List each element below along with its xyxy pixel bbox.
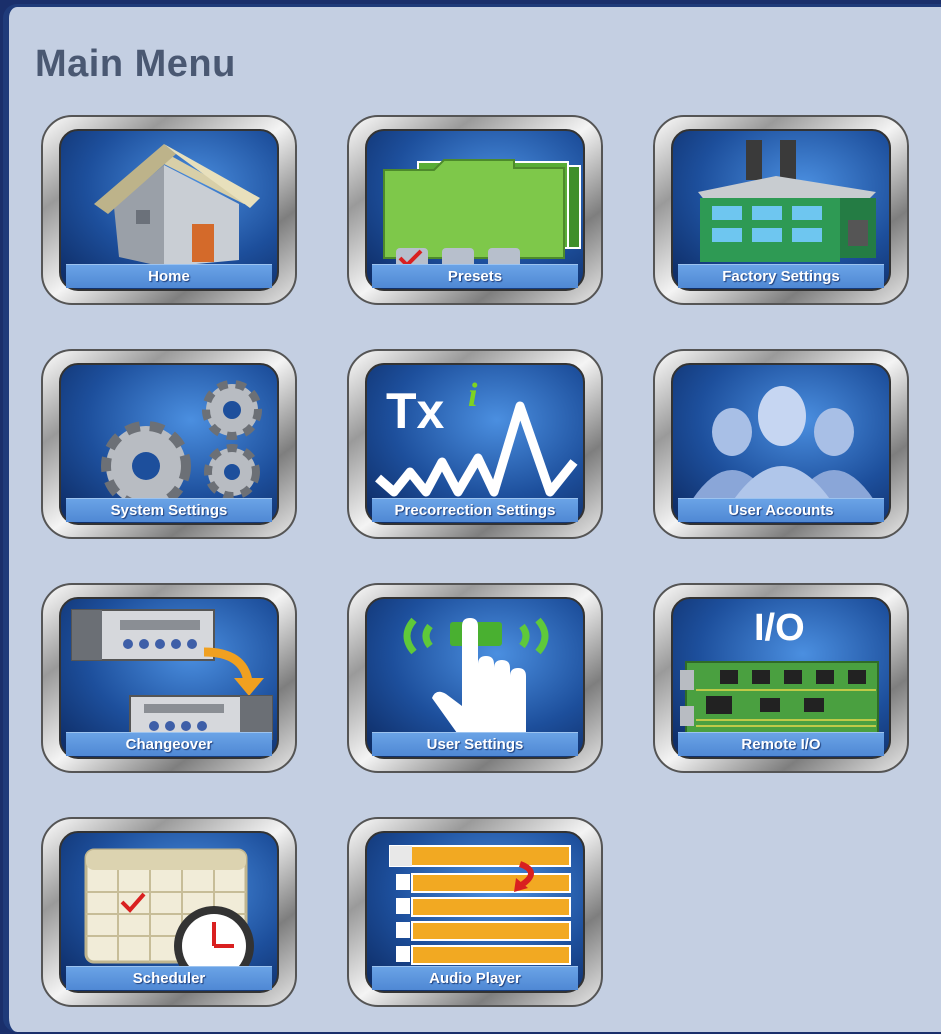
user-settings-button[interactable]: User Settings (344, 580, 606, 776)
home-label: Home (66, 264, 272, 288)
txi-text: Tx (386, 383, 445, 439)
precorrection-settings-label: Precorrection Settings (372, 498, 578, 522)
system-settings-label: System Settings (66, 498, 272, 522)
io-text: I/O (754, 607, 805, 649)
touch-hand-icon (403, 617, 549, 740)
scheduler-button[interactable]: Scheduler (38, 814, 300, 1010)
gears-icon (101, 380, 262, 506)
remote-io-button[interactable]: I/O Remote I/O (650, 580, 912, 776)
changeover-icon (71, 609, 273, 740)
txi-waveform-icon: Tx i (375, 377, 578, 497)
remote-io-label: Remote I/O (678, 732, 884, 756)
users-icon (692, 386, 874, 502)
audio-player-button[interactable]: Audio Player (344, 814, 606, 1010)
changeover-button[interactable]: Changeover (38, 580, 300, 776)
playlist-icon (389, 845, 571, 965)
audio-player-label: Audio Player (372, 966, 578, 990)
user-settings-label: User Settings (372, 732, 578, 756)
factory-settings-button[interactable]: Factory Settings (650, 112, 912, 308)
scheduler-label: Scheduler (66, 966, 272, 990)
home-button[interactable]: Home (38, 112, 300, 308)
factory-settings-label: Factory Settings (678, 264, 884, 288)
presets-button[interactable]: Presets (344, 112, 606, 308)
presets-label: Presets (372, 264, 578, 288)
factory-icon (698, 140, 876, 262)
folders-icon (383, 159, 581, 270)
user-accounts-label: User Accounts (678, 498, 884, 522)
house-icon (94, 144, 260, 267)
user-accounts-button[interactable]: User Accounts (650, 346, 912, 542)
precorrection-settings-button[interactable]: Tx i Precorrection Settings (344, 346, 606, 542)
page-title: Main Menu (35, 43, 236, 85)
system-settings-button[interactable]: System Settings (38, 346, 300, 542)
calendar-clock-icon (84, 848, 254, 974)
circuit-board-icon: I/O (680, 607, 879, 735)
changeover-label: Changeover (66, 732, 272, 756)
txi-superscript: i (468, 377, 478, 414)
